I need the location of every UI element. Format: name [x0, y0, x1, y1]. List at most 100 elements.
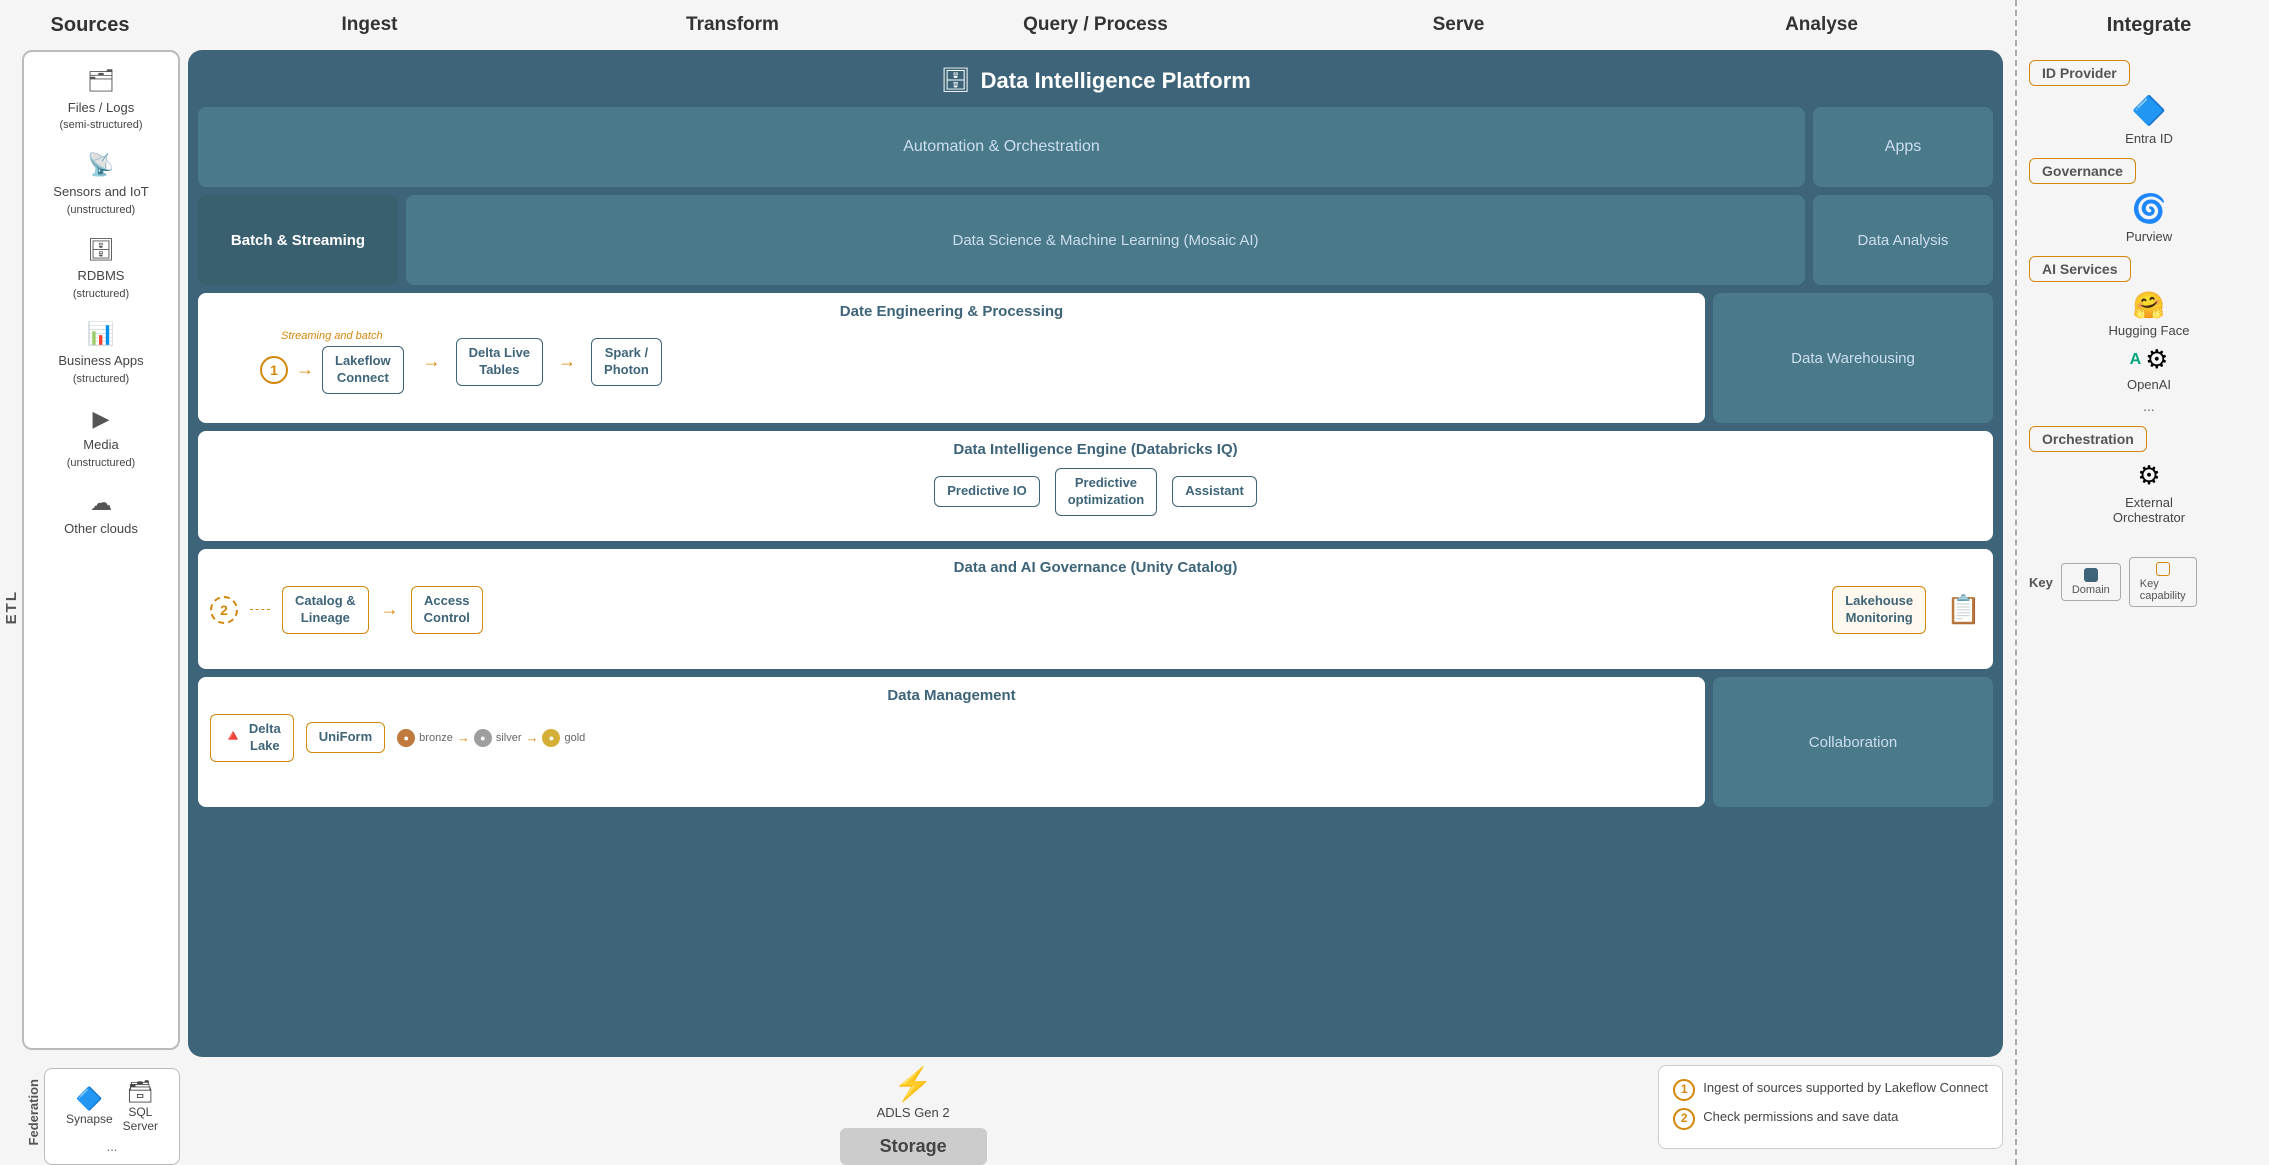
automation-box: Automation & Orchestration [198, 107, 1805, 187]
assistant-box: Assistant [1172, 476, 1257, 507]
delta-live-box: Delta LiveTables [456, 338, 543, 386]
note-2-text: Check permissions and save data [1703, 1107, 1898, 1128]
sensors-icon: 📡 [87, 151, 114, 180]
access-control-box: AccessControl [411, 586, 483, 634]
data-warehousing-box: Data Warehousing [1713, 293, 1993, 423]
source-business: 📊 Business Apps(structured) [58, 320, 143, 386]
note-2: 2 Check permissions and save data [1673, 1107, 1988, 1130]
delta-lake-box: 🔺 DeltaLake [210, 714, 294, 762]
lakeflow-box: LakeflowConnect [322, 346, 404, 394]
intelligence-content: Predictive IO Predictiveoptimization Ass… [210, 468, 1981, 516]
source-media-label: Media(unstructured) [67, 437, 135, 471]
delta-live-label: Delta LiveTables [469, 345, 530, 379]
adls-icon: ⚡ [893, 1065, 933, 1103]
ai-services-title: AI Services [2029, 256, 2131, 282]
streaming-label: Streaming and batch [281, 330, 383, 342]
gov-arrow2: → [381, 599, 399, 620]
domain-color [2084, 568, 2098, 582]
row-engineering: Date Engineering & Processing Streaming … [198, 293, 1993, 423]
spark-label: Spark /Photon [604, 345, 649, 379]
source-media: ▶ Media(unstructured) [67, 405, 135, 471]
governance-content: 2 Catalog &Lineage → AccessControl Lakeh… [210, 586, 1981, 634]
source-rdbms-label: RDBMS(structured) [73, 268, 129, 302]
batch-label: Batch & Streaming [231, 232, 365, 249]
openai-label: OpenAI [2127, 377, 2171, 392]
orchestrator-icon: ⚙ [2137, 460, 2160, 491]
top-headers: Ingest Transform Query / Process Serve A… [188, 0, 2003, 50]
data-warehousing-label: Data Warehousing [1791, 350, 1915, 367]
row-batch: Batch & Streaming Data Science & Machine… [198, 195, 1993, 285]
governance-title: Data and AI Governance (Unity Catalog) [210, 559, 1981, 576]
entra-label: Entra ID [2125, 131, 2173, 146]
predictive-io-label: Predictive IO [947, 483, 1026, 500]
step2-circle: 2 [210, 596, 238, 624]
source-business-label: Business Apps(structured) [58, 353, 143, 387]
row-intelligence: Data Intelligence Engine (Databricks IQ)… [198, 431, 1993, 541]
media-icon: ▶ [93, 405, 110, 434]
federation-label: Federation [26, 1079, 41, 1145]
platform-title: Data Intelligence Platform [981, 68, 1251, 94]
source-sensors: 📡 Sensors and IoT(unstructured) [53, 151, 148, 217]
adls-label: ADLS Gen 2 [877, 1105, 950, 1120]
source-clouds-label: Other clouds [64, 521, 138, 538]
openai-item: A⚙ OpenAI [2127, 344, 2171, 392]
openai-icon: A⚙ [2130, 344, 2169, 375]
data-mgmt-content: 🔺 DeltaLake UniForm ● bronze → ● silver [210, 714, 1693, 762]
delta-lake-label: DeltaLake [249, 721, 281, 755]
automation-label: Automation & Orchestration [903, 138, 1100, 156]
files-icon: 🗂 [87, 67, 115, 96]
sql-server-item: 🗃 SQLServer [123, 1079, 158, 1133]
hugging-face-icon: 🤗 [2133, 290, 2165, 321]
integrate-column: Integrate ID Provider 🔷 Entra ID Governa… [2029, 0, 2269, 1165]
gold-medal: ● [542, 729, 560, 747]
engineering-content: Streaming and batch 1 → LakeflowConnect … [210, 330, 1693, 394]
federation-etc: ... [107, 1139, 118, 1154]
assistant-label: Assistant [1185, 483, 1244, 500]
arrow-bsg1: → [457, 730, 470, 745]
uniform-box: UniForm [306, 722, 385, 753]
key-label: Key [2029, 575, 2053, 590]
lakeflow-label: LakeflowConnect [335, 353, 391, 387]
bronze-medal: ● [397, 729, 415, 747]
orchestration-group: Orchestration ⚙ ExternalOrchestrator [2029, 426, 2269, 525]
id-provider-group: ID Provider 🔷 Entra ID [2029, 60, 2269, 146]
predictive-opt-label: Predictiveoptimization [1068, 475, 1145, 509]
note-1-circle: 1 [1673, 1079, 1695, 1101]
sql-icon: 🗃 [126, 1079, 154, 1105]
source-clouds: ☁ Other clouds [64, 489, 138, 538]
batch-streaming-box: Batch & Streaming [198, 195, 398, 285]
data-mgmt-box: Data Management 🔺 DeltaLake UniForm ● br… [198, 677, 1705, 807]
purview-label: Purview [2126, 229, 2172, 244]
header-transform: Transform [551, 14, 914, 36]
silver-label: silver [496, 732, 522, 744]
apps-label: Apps [1885, 138, 1921, 156]
predictive-io-box: Predictive IO [934, 476, 1039, 507]
intelligence-title: Data Intelligence Engine (Databricks IQ) [210, 441, 1981, 458]
dashed-divider [2015, 0, 2017, 1165]
lakehouse-monitoring-box: LakehouseMonitoring [1832, 586, 1926, 634]
governance-group-title: Governance [2029, 158, 2136, 184]
step1-circle: 1 [260, 356, 288, 384]
catalog-lineage-label: Catalog &Lineage [295, 593, 356, 627]
gov-arrow1 [250, 609, 270, 610]
ai-etc: ... [2143, 398, 2155, 414]
governance-box: Data and AI Governance (Unity Catalog) 2… [198, 549, 1993, 669]
synapse-label: Synapse [66, 1112, 113, 1126]
platform-outer: 🗄 Data Intelligence Platform Automation … [188, 50, 2003, 1057]
entra-icon: 🔷 [2132, 94, 2167, 127]
source-rdbms: 🗄 RDBMS(structured) [73, 236, 129, 302]
medal-sequence: ● bronze → ● silver → ● gold [397, 729, 585, 747]
gold-label: gold [564, 732, 585, 744]
rdbms-icon: 🗄 [87, 236, 115, 265]
arrow-to-spark: → [558, 351, 576, 372]
sources-box: 🗂 Files / Logs(semi-structured) 📡 Sensor… [22, 50, 180, 1050]
lakehouse-monitoring-label: LakehouseMonitoring [1845, 593, 1913, 627]
uniform-label: UniForm [319, 729, 372, 746]
note-1-text: Ingest of sources supported by Lakeflow … [1703, 1078, 1988, 1099]
bronze-label: bronze [419, 732, 453, 744]
arrow-to-lakeflow: → [296, 359, 314, 380]
governance-group: Governance 🌀 Purview [2029, 158, 2269, 244]
source-sensors-label: Sensors and IoT(unstructured) [53, 184, 148, 218]
data-science-label: Data Science & Machine Learning (Mosaic … [953, 232, 1259, 249]
page-root: Sources ETL 🗂 Files / Logs(semi-structur… [0, 0, 2269, 1165]
